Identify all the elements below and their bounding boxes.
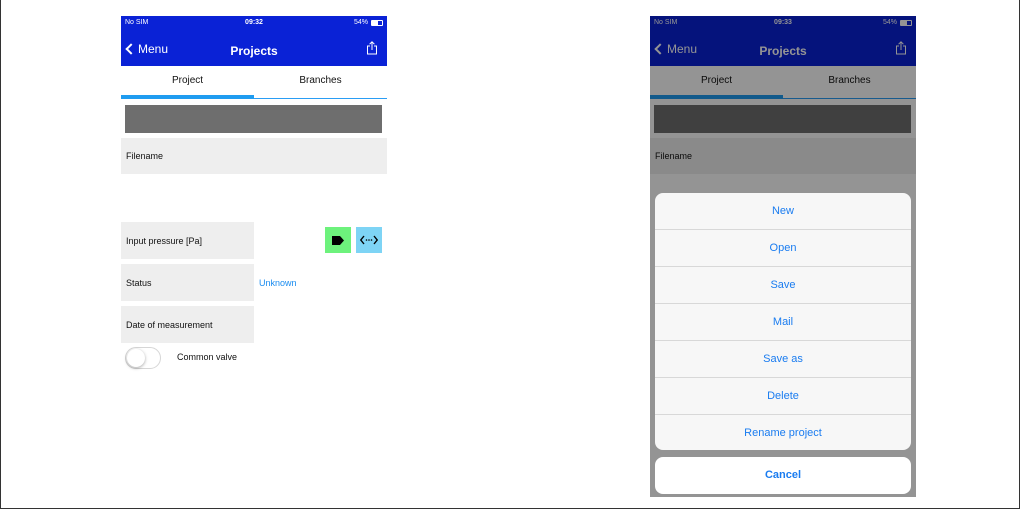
code-arrows-icon [360,235,378,245]
phone-screen-project: No SIM 09:32 54% Menu Projects Project B… [121,16,387,497]
battery-indicator: 54% [354,19,383,26]
filename-label: Filename [121,138,387,174]
share-icon[interactable] [366,41,378,55]
cancel-button[interactable]: Cancel [655,457,911,494]
input-pressure-label: Input pressure [Pa] [121,222,254,259]
action-mail[interactable]: Mail [655,304,911,341]
date-of-measurement-label: Date of measurement [121,306,254,343]
date-of-measurement-row[interactable]: Date of measurement [121,306,387,343]
toggle-knob [127,349,145,367]
status-value[interactable]: Unknown [259,264,297,301]
filename-row[interactable]: Filename [121,138,387,174]
battery-percent: 54% [353,19,368,26]
action-save[interactable]: Save [655,267,911,304]
common-valve-label: Common valve [177,352,238,362]
action-save-as[interactable]: Save as [655,341,911,378]
status-row: Status Unknown [121,264,387,301]
segment-tabs: Project Branches [121,66,387,99]
action-open[interactable]: Open [655,230,911,267]
page-title: Projects [230,44,278,58]
screenshot-frame: No SIM 09:32 54% Menu Projects Project B… [0,0,1020,509]
status-label: Status [121,264,254,301]
tag-icon [332,235,344,245]
tag-button[interactable] [325,227,351,253]
action-new[interactable]: New [655,193,911,230]
tab-branches[interactable]: Branches [254,66,387,99]
status-bar: No SIM 09:32 54% [121,16,387,30]
tab-selection-indicator [121,95,254,99]
clock-label: 09:32 [245,19,263,26]
code-button[interactable] [356,227,382,253]
phone-screen-action-sheet: No SIM 09:33 54% Menu Projects Project B… [650,16,916,497]
action-sheet: New Open Save Mail Save as Delete Rename… [655,193,911,450]
action-delete[interactable]: Delete [655,378,911,415]
common-valve-toggle[interactable] [125,347,161,369]
project-name-field[interactable] [125,105,382,133]
action-rename-project[interactable]: Rename project [655,415,911,450]
common-valve-setting: Common valve [125,347,325,369]
battery-icon [371,19,383,26]
navigation-bar: No SIM 09:32 54% Menu Projects [121,16,387,66]
